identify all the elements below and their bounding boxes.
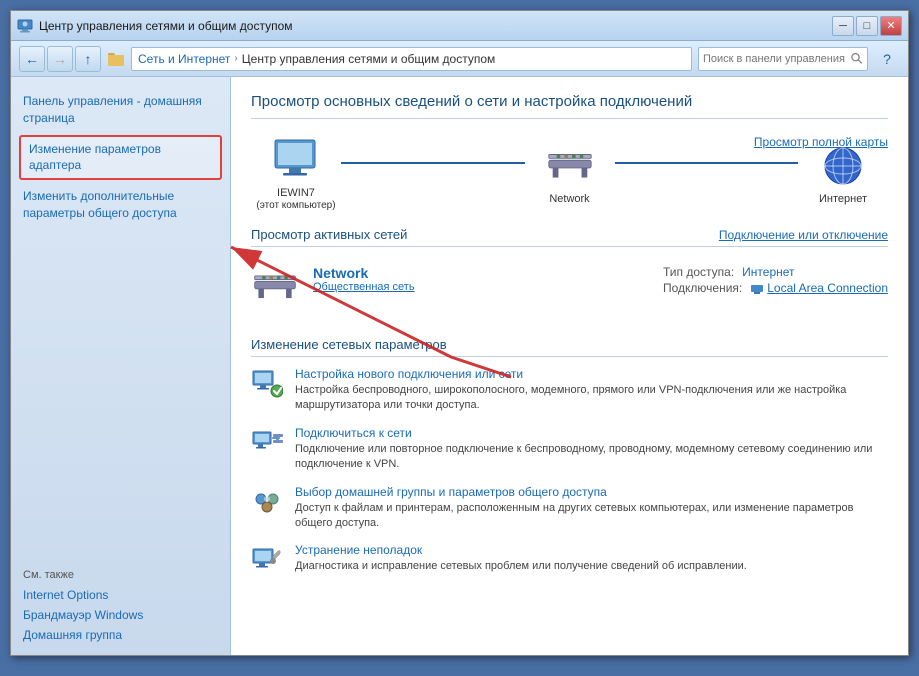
search-bar — [698, 47, 868, 71]
change-text-1: Подключиться к сети Подключение или повт… — [295, 426, 888, 473]
back-button[interactable]: ← — [19, 46, 45, 72]
network-name[interactable]: Network — [313, 265, 649, 281]
title-bar-left: Центр управления сетями и общим доступом — [17, 18, 293, 34]
internet-icon — [818, 141, 868, 191]
connections-row: Подключения: Local Area Connection — [663, 281, 888, 295]
folder-icon — [107, 50, 125, 68]
change-desc-2: Доступ к файлам и принтерам, расположенн… — [295, 501, 888, 532]
network-type[interactable]: Общественная сеть — [313, 281, 649, 293]
title-bar: Центр управления сетями и общим доступом… — [11, 11, 908, 41]
breadcrumb-network[interactable]: Сеть и Интернет — [138, 52, 230, 66]
bench-label: Network — [549, 193, 589, 205]
breadcrumb-current: Центр управления сетями и общим доступом — [242, 52, 496, 66]
change-title-3[interactable]: Устранение неполадок — [295, 543, 888, 557]
up-button[interactable]: ↑ — [75, 46, 101, 72]
breadcrumb-sep: › — [234, 53, 237, 64]
sidebar-homegroup[interactable]: Домашняя группа — [11, 625, 230, 645]
change-icon-3 — [251, 543, 283, 575]
change-title-2[interactable]: Выбор домашней группы и параметров общег… — [295, 485, 888, 499]
network-details: Тип доступа: Интернет Подключения: Local… — [663, 265, 888, 295]
computer-icon — [271, 135, 321, 185]
network-node-bench: Network — [525, 141, 615, 205]
bench-icon — [545, 141, 595, 191]
help-button[interactable]: ? — [874, 46, 900, 72]
change-icon-2 — [251, 485, 283, 517]
network-node-internet: Интернет — [798, 141, 888, 205]
sidebar-internet-options[interactable]: Internet Options — [11, 585, 230, 605]
sidebar-homegroup-label: Домашняя группа — [23, 628, 122, 642]
main-window: Центр управления сетями и общим доступом… — [10, 10, 909, 656]
network-node-computer: IEWIN7(этот компьютер) — [251, 135, 341, 211]
access-type-label: Тип доступа: — [663, 265, 734, 279]
sidebar-share[interactable]: Изменить дополнительные параметры общего… — [11, 182, 230, 228]
change-icon-0 — [251, 367, 283, 399]
network-map-section: Просмотр полной карты IEWIN7(этот — [251, 135, 888, 211]
connection-icon — [750, 281, 764, 295]
change-text-2: Выбор домашней группы и параметров общег… — [295, 485, 888, 532]
window-icon — [17, 18, 33, 34]
sidebar-internet-options-label: Internet Options — [23, 588, 108, 602]
window-title: Центр управления сетями и общим доступом — [39, 19, 293, 33]
change-title-1[interactable]: Подключиться к сети — [295, 426, 888, 440]
connections-value-text: Local Area Connection — [767, 281, 888, 295]
sidebar-firewall-label: Брандмауэр Windows — [23, 608, 143, 622]
change-item-2: Выбор домашней группы и параметров общег… — [251, 485, 888, 532]
change-icon-1 — [251, 426, 283, 458]
active-networks-title: Просмотр активных сетей — [251, 227, 407, 242]
change-desc-0: Настройка беспроводного, широкополосного… — [295, 383, 888, 414]
change-desc-3: Диагностика и исправление сетевых пробле… — [295, 559, 888, 574]
sidebar: Панель управления - домашняя страница Из… — [11, 77, 231, 655]
change-item-3: Устранение неполадок Диагностика и испра… — [251, 543, 888, 575]
access-type-row: Тип доступа: Интернет — [663, 265, 888, 279]
sidebar-home-label: Панель управления - домашняя страница — [23, 94, 202, 125]
computer-label: IEWIN7(этот компьютер) — [256, 187, 335, 211]
page-title: Просмотр основных сведений о сети и наст… — [251, 93, 888, 119]
change-section-title: Изменение сетевых параметров — [251, 337, 888, 357]
sidebar-adapter[interactable]: Изменение параметров адаптера — [19, 135, 222, 181]
network-line-2 — [615, 162, 799, 164]
connections-value[interactable]: Local Area Connection — [750, 281, 888, 295]
change-desc-1: Подключение или повторное подключение к … — [295, 442, 888, 473]
connections-label: Подключения: — [663, 281, 742, 295]
sidebar-adapter-label: Изменение параметров адаптера — [29, 142, 161, 173]
main-content: Просмотр основных сведений о сети и наст… — [231, 77, 908, 655]
sidebar-share-label: Изменить дополнительные параметры общего… — [23, 189, 177, 220]
change-item-0: Настройка нового подключения или сети На… — [251, 367, 888, 414]
connect-disconnect-link[interactable]: Подключение или отключение — [719, 228, 888, 242]
breadcrumb-bar: Сеть и Интернет › Центр управления сетям… — [131, 47, 692, 71]
network-info: Network Общественная сеть — [313, 265, 649, 293]
active-network: Network Общественная сеть Тип доступа: И… — [251, 257, 888, 321]
see-also-title: См. также — [11, 565, 230, 585]
change-title-0[interactable]: Настройка нового подключения или сети — [295, 367, 888, 381]
access-type-value: Интернет — [742, 265, 794, 279]
network-map: IEWIN7(этот компьютер) — [251, 135, 888, 211]
sidebar-firewall[interactable]: Брандмауэр Windows — [11, 605, 230, 625]
change-text-3: Устранение неполадок Диагностика и испра… — [295, 543, 888, 574]
address-bar: ← → ↑ Сеть и Интернет › Центр управления… — [11, 41, 908, 77]
active-networks-header: Просмотр активных сетей Подключение или … — [251, 227, 888, 247]
network-line-1 — [341, 162, 525, 164]
close-button[interactable]: ✕ — [880, 16, 902, 36]
change-item-1: Подключиться к сети Подключение или повт… — [251, 426, 888, 473]
minimize-button[interactable]: ─ — [832, 16, 854, 36]
search-icon — [851, 52, 863, 65]
active-network-icon — [251, 265, 299, 313]
window-inner: Панель управления - домашняя страница Из… — [11, 77, 908, 655]
internet-label: Интернет — [819, 193, 867, 205]
maximize-button[interactable]: □ — [856, 16, 878, 36]
title-bar-buttons: ─ □ ✕ — [832, 16, 902, 36]
sidebar-home[interactable]: Панель управления - домашняя страница — [11, 87, 230, 133]
nav-buttons: ← → ↑ — [19, 46, 101, 72]
forward-button[interactable]: → — [47, 46, 73, 72]
change-text-0: Настройка нового подключения или сети На… — [295, 367, 888, 414]
search-input[interactable] — [703, 53, 847, 65]
